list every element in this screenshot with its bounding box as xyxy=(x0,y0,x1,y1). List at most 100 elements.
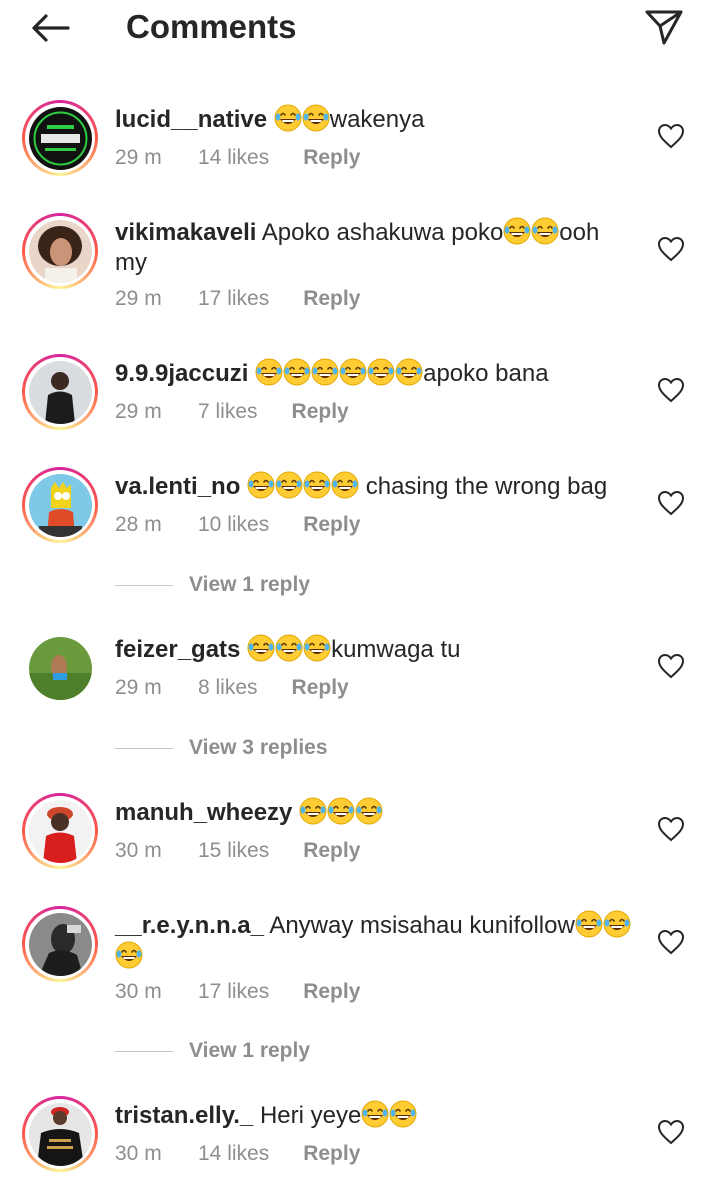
avatar-image xyxy=(28,106,92,170)
reply-button[interactable]: Reply xyxy=(303,1139,360,1169)
timestamp: 28 m xyxy=(115,513,162,536)
laughing-emoji-icon xyxy=(299,797,327,825)
view-replies-label: View 1 reply xyxy=(189,573,311,596)
view-replies-button[interactable]: View 1 reply xyxy=(115,1036,515,1066)
heart-icon[interactable] xyxy=(657,490,685,516)
comment-item: tristan.elly._ Heri yeye 30 m 14 likes Rep… xyxy=(0,1096,720,1196)
comment-meta: 29 m 7 likes Reply xyxy=(115,397,349,427)
likes-count[interactable]: 8 likes xyxy=(198,673,258,703)
laughing-emoji-icon xyxy=(361,1100,389,1128)
heart-icon[interactable] xyxy=(657,1119,685,1145)
laughing-emoji-icon xyxy=(274,104,302,132)
likes-count[interactable]: 10 likes xyxy=(198,510,269,540)
laughing-emoji-group xyxy=(299,797,383,826)
comment-text: manuh_wheezy xyxy=(115,797,635,828)
laughing-emoji-icon xyxy=(327,797,355,825)
view-replies-label: View 3 replies xyxy=(189,736,328,759)
laughing-emoji-icon xyxy=(367,358,395,386)
likes-count[interactable]: 15 likes xyxy=(198,836,269,866)
laughing-emoji-icon xyxy=(339,358,367,386)
likes-count[interactable]: 14 likes xyxy=(198,1139,269,1169)
comment-text: __r.e.y.n.n.a_ Anyway msisahau kunifollo… xyxy=(115,910,635,972)
username[interactable]: tristan.elly._ xyxy=(115,1102,253,1129)
laughing-emoji-icon xyxy=(247,634,275,662)
timestamp: 29 m xyxy=(115,146,162,169)
avatar-image xyxy=(28,912,92,976)
laughing-emoji-icon xyxy=(303,634,331,662)
avatar[interactable] xyxy=(22,213,98,289)
comment-body-end: wakenya xyxy=(329,106,425,133)
reply-thread-line xyxy=(115,748,173,749)
comment-body xyxy=(267,106,274,133)
comment-body-end: chasing the wrong bag xyxy=(359,473,608,500)
avatar[interactable] xyxy=(22,100,98,176)
laughing-emoji-icon xyxy=(115,941,143,969)
laughing-emoji-icon xyxy=(311,358,339,386)
laughing-emoji-icon xyxy=(331,471,359,499)
avatar[interactable] xyxy=(22,793,98,869)
reply-button[interactable]: Reply xyxy=(303,284,360,314)
comment-meta: 30 m 17 likes Reply xyxy=(115,977,360,1007)
laughing-emoji-icon xyxy=(603,910,631,938)
avatar-image xyxy=(28,473,92,537)
likes-count[interactable]: 7 likes xyxy=(198,397,258,427)
comment-list: lucid__native wakenya 29 m 14 likes Reply … xyxy=(0,0,720,1188)
avatar-image xyxy=(28,1102,92,1166)
laughing-emoji-icon xyxy=(531,217,559,245)
heart-icon[interactable] xyxy=(657,929,685,955)
reply-button[interactable]: Reply xyxy=(303,836,360,866)
reply-button[interactable]: Reply xyxy=(292,397,349,427)
comment-body-end: apoko bana xyxy=(423,360,549,387)
reply-button[interactable]: Reply xyxy=(303,977,360,1007)
username[interactable]: vikimakaveli xyxy=(115,219,256,246)
avatar[interactable] xyxy=(22,467,98,543)
laughing-emoji-icon xyxy=(255,358,283,386)
timestamp: 30 m xyxy=(115,980,162,1003)
comment-text: vikimakaveli Apoko ashakuwa poko ooh my xyxy=(115,217,635,278)
heart-icon[interactable] xyxy=(657,653,685,679)
username[interactable]: __r.e.y.n.n.a_ xyxy=(115,912,264,939)
comment-item: __r.e.y.n.n.a_ Anyway msisahau kunifollo… xyxy=(0,906,720,1006)
laughing-emoji-group xyxy=(247,471,359,500)
reply-button[interactable]: Reply xyxy=(303,143,360,173)
comment-meta: 30 m 15 likes Reply xyxy=(115,836,360,866)
laughing-emoji-group xyxy=(503,217,559,246)
comment-body-end: kumwaga tu xyxy=(331,636,461,663)
avatar[interactable] xyxy=(22,630,98,706)
username[interactable]: va.lenti_no xyxy=(115,473,240,500)
likes-count[interactable]: 14 likes xyxy=(198,143,269,173)
avatar[interactable] xyxy=(22,1096,98,1172)
comment-meta: 28 m 10 likes Reply xyxy=(115,510,360,540)
heart-icon[interactable] xyxy=(657,816,685,842)
heart-icon[interactable] xyxy=(657,236,685,262)
comment-item: feizer_gats kumwaga tu 29 m 8 likes Reply xyxy=(0,630,720,730)
comment-item: 9.9.9jaccuzi apoko bana 29 m 7 likes Reply xyxy=(0,354,720,454)
laughing-emoji-group xyxy=(274,104,330,133)
view-replies-button[interactable]: View 3 replies xyxy=(115,733,515,763)
laughing-emoji-group xyxy=(361,1100,417,1129)
likes-count[interactable]: 17 likes xyxy=(198,977,269,1007)
avatar[interactable] xyxy=(22,354,98,430)
comment-body: Apoko ashakuwa poko xyxy=(256,219,504,246)
laughing-emoji-icon xyxy=(302,104,330,132)
heart-icon[interactable] xyxy=(657,377,685,403)
reply-button[interactable]: Reply xyxy=(303,510,360,540)
username[interactable]: lucid__native xyxy=(115,106,267,133)
reply-thread-line xyxy=(115,1051,173,1052)
username[interactable]: manuh_wheezy xyxy=(115,799,292,826)
avatar-image xyxy=(28,360,92,424)
comment-meta: 29 m 8 likes Reply xyxy=(115,673,349,703)
avatar[interactable] xyxy=(22,906,98,982)
laughing-emoji-group xyxy=(255,358,423,387)
username[interactable]: feizer_gats xyxy=(115,636,240,663)
heart-icon[interactable] xyxy=(657,123,685,149)
likes-count[interactable]: 17 likes xyxy=(198,284,269,314)
reply-thread-line xyxy=(115,585,173,586)
timestamp: 30 m xyxy=(115,1142,162,1165)
comment-text: feizer_gats kumwaga tu xyxy=(115,634,635,665)
username[interactable]: 9.9.9jaccuzi xyxy=(115,360,248,387)
view-replies-button[interactable]: View 1 reply xyxy=(115,570,515,600)
laughing-emoji-icon xyxy=(247,471,275,499)
reply-button[interactable]: Reply xyxy=(292,673,349,703)
comment-item: vikimakaveli Apoko ashakuwa poko ooh my 2… xyxy=(0,213,720,313)
